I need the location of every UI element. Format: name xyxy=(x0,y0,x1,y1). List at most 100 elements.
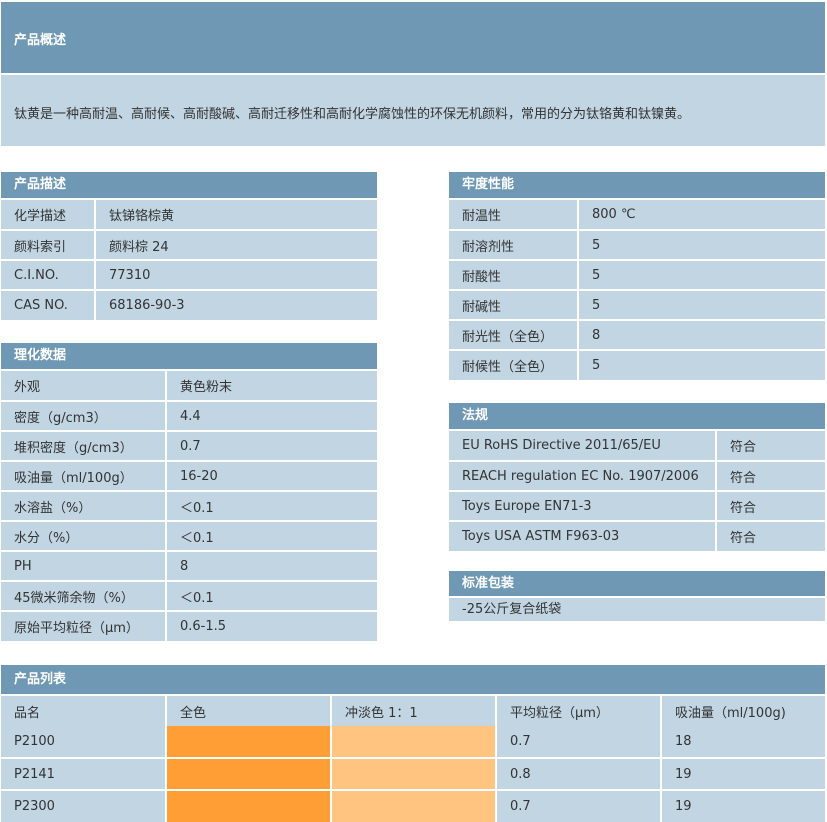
col-header-particle-size: 平均粒径（μm） xyxy=(496,696,662,726)
col-header-tint: 冲淡色 1：1 xyxy=(331,696,497,726)
product-name: P2141 xyxy=(1,758,167,791)
physchem-row: 水分（%） ＜0.1 xyxy=(1,521,377,552)
fastness-row: 耐光性（全色） 8 xyxy=(449,320,825,351)
description-value: 颜料棕 24 xyxy=(95,230,377,261)
physchem-row: 外观 黄色粉末 xyxy=(1,371,377,402)
packaging-body: -25公斤复合纸袋 xyxy=(449,598,825,621)
physchem-row: PH 8 xyxy=(1,551,377,582)
col-header-name: 品名 xyxy=(1,696,167,726)
fastness-row: 耐溶剂性 5 xyxy=(449,230,825,261)
physchem-value: ＜0.1 xyxy=(166,581,377,612)
description-label: C.I.NO. xyxy=(1,260,96,291)
physchem-label: 外观 xyxy=(1,371,167,402)
oil-absorption: 19 xyxy=(661,758,825,791)
fastness-header: 牢度性能 xyxy=(449,172,825,198)
description-header: 产品描述 xyxy=(1,172,377,198)
physchem-row: 吸油量（ml/100g） 16-20 xyxy=(1,461,377,492)
fastness-title: 牢度性能 xyxy=(462,177,515,192)
physchem-value: 黄色粉末 xyxy=(166,371,377,402)
physchem-value: 8 xyxy=(166,551,377,582)
physchem-value: ＜0.1 xyxy=(166,491,377,522)
overview-header: 产品概述 xyxy=(1,2,825,73)
fastness-value: 8 xyxy=(578,320,825,351)
regulation-row: Toys USA ASTM F963-03 符合 xyxy=(449,521,825,551)
description-label: CAS NO. xyxy=(1,290,96,320)
physchem-label: 水溶盐（%） xyxy=(1,491,167,522)
physchem-row: 堆积密度（g/cm3） 0.7 xyxy=(1,431,377,462)
fastness-value: 5 xyxy=(578,230,825,261)
fastness-row: 耐碱性 5 xyxy=(449,290,825,321)
regulation-label: EU RoHS Directive 2011/65/EU xyxy=(449,431,717,462)
packaging-header: 标准包装 xyxy=(449,571,825,596)
fastness-row: 耐候性（全色） 5 xyxy=(449,350,825,380)
physchem-value: 0.7 xyxy=(166,431,377,462)
overview-text: 钛黄是一种高耐温、高耐候、高耐酸碱、高耐迁移性和高耐化学腐蚀性的环保无机颜料，常… xyxy=(14,107,691,122)
particle-size: 0.8 xyxy=(496,758,662,791)
product-row: P2141 0.8 19 xyxy=(1,758,825,791)
tint-swatch xyxy=(331,758,497,791)
regulation-value: 符合 xyxy=(716,491,825,522)
physchem-value: 4.4 xyxy=(166,401,377,432)
product-row: P2300 0.7 19 xyxy=(1,790,825,822)
fastness-value: 5 xyxy=(578,350,825,380)
fastness-label: 耐温性 xyxy=(449,200,579,231)
product-list-title: 产品列表 xyxy=(14,672,67,687)
physchem-label: 原始平均粒径（μm） xyxy=(1,611,167,641)
regulation-label: Toys USA ASTM F963-03 xyxy=(449,521,717,551)
regulation-header: 法规 xyxy=(449,403,825,429)
description-row: CAS NO. 68186-90-3 xyxy=(1,290,377,320)
fastness-label: 耐候性（全色） xyxy=(449,350,579,380)
regulation-table: EU RoHS Directive 2011/65/EU 符合 REACH regu… xyxy=(449,431,825,551)
physchem-row: 水溶盐（%） ＜0.1 xyxy=(1,491,377,522)
fastness-table: 耐温性 800 ℃ 耐溶剂性 5 耐酸性 5 耐碱性 5 耐光性（全色） 8 耐候性（全色） 5 xyxy=(449,200,825,380)
regulation-label: Toys Europe EN71-3 xyxy=(449,491,717,522)
description-value: 钛锑铬棕黄 xyxy=(95,200,377,231)
col-header-oil-absorption: 吸油量（ml/100g) xyxy=(661,696,825,726)
fastness-label: 耐酸性 xyxy=(449,260,579,291)
regulation-row: Toys Europe EN71-3 符合 xyxy=(449,491,825,522)
physchem-title: 理化数据 xyxy=(14,348,67,363)
overview-title: 产品概述 xyxy=(14,33,67,48)
product-name: P2100 xyxy=(1,726,167,759)
particle-size: 0.7 xyxy=(496,790,662,822)
regulation-label: REACH regulation EC No. 1907/2006 xyxy=(449,461,717,492)
fastness-value: 5 xyxy=(578,260,825,291)
description-table: 化学描述 钛锑铬棕黄 颜料索引 颜料棕 24 C.I.NO. 77310 CAS NO. 68… xyxy=(1,200,377,320)
oil-absorption: 19 xyxy=(661,790,825,822)
particle-size: 0.7 xyxy=(496,726,662,759)
description-row: 颜料索引 颜料棕 24 xyxy=(1,230,377,261)
physchem-label: 密度（g/cm3） xyxy=(1,401,167,432)
physchem-label: PH xyxy=(1,551,167,582)
regulation-value: 符合 xyxy=(716,461,825,492)
regulation-value: 符合 xyxy=(716,521,825,551)
product-list-header: 产品列表 xyxy=(1,665,825,694)
overview-body: 钛黄是一种高耐温、高耐候、高耐酸碱、高耐迁移性和高耐化学腐蚀性的环保无机颜料，常… xyxy=(1,75,825,146)
product-list-table: 品名 全色 冲淡色 1：1 平均粒径（μm） 吸油量（ml/100g) P210… xyxy=(1,696,825,822)
tint-swatch xyxy=(331,726,497,759)
regulation-row: EU RoHS Directive 2011/65/EU 符合 xyxy=(449,431,825,462)
fastness-label: 耐光性（全色） xyxy=(449,320,579,351)
fastness-value: 5 xyxy=(578,290,825,321)
product-list-head-row: 品名 全色 冲淡色 1：1 平均粒径（μm） 吸油量（ml/100g) xyxy=(1,696,825,726)
description-label: 颜料索引 xyxy=(1,230,96,261)
physchem-label: 45微米筛余物（%） xyxy=(1,581,167,612)
product-name: P2300 xyxy=(1,790,167,822)
physchem-row: 45微米筛余物（%） ＜0.1 xyxy=(1,581,377,612)
physchem-value: 0.6-1.5 xyxy=(166,611,377,641)
regulation-title: 法规 xyxy=(462,408,489,423)
full-tone-swatch xyxy=(166,790,332,822)
fastness-row: 耐酸性 5 xyxy=(449,260,825,291)
tint-swatch xyxy=(331,790,497,822)
physchem-header: 理化数据 xyxy=(1,343,377,369)
physchem-row: 密度（g/cm3） 4.4 xyxy=(1,401,377,432)
fastness-value: 800 ℃ xyxy=(578,200,825,231)
fastness-label: 耐溶剂性 xyxy=(449,230,579,261)
physchem-table: 外观 黄色粉末 密度（g/cm3） 4.4 堆积密度（g/cm3） 0.7 吸油量（ml/1… xyxy=(1,371,377,641)
oil-absorption: 18 xyxy=(661,726,825,759)
physchem-label: 吸油量（ml/100g） xyxy=(1,461,167,492)
physchem-value: ＜0.1 xyxy=(166,521,377,552)
fastness-label: 耐碱性 xyxy=(449,290,579,321)
description-label: 化学描述 xyxy=(1,200,96,231)
description-title: 产品描述 xyxy=(14,177,67,192)
full-tone-swatch xyxy=(166,726,332,759)
